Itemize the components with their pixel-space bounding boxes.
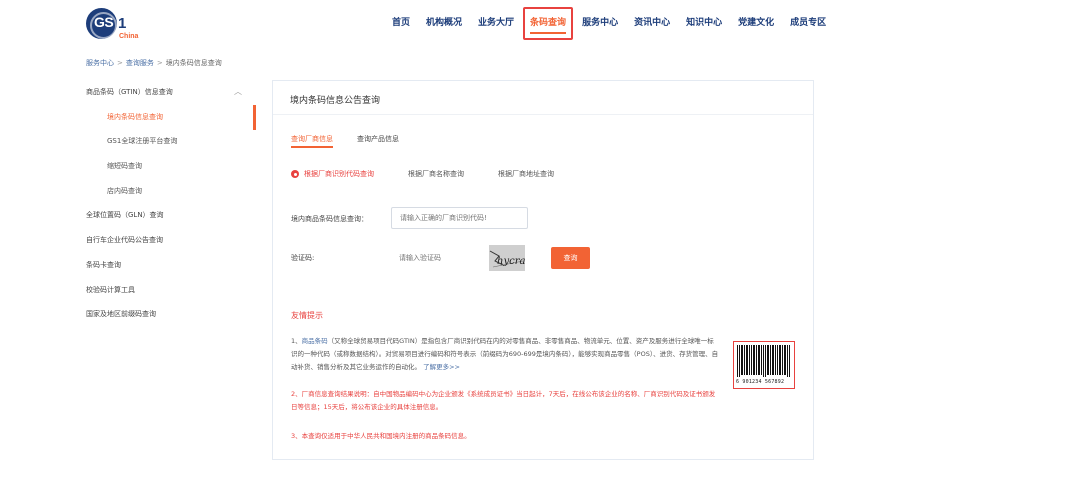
tab-product-info[interactable]: 查询产品信息 bbox=[357, 134, 399, 144]
tips-title: 友情提示 bbox=[291, 311, 323, 320]
radio-by-name[interactable]: 根据厂商名称查询 bbox=[408, 169, 464, 179]
tip-1-body: （又称全球贸易项目代码GTIN）是指包含厂商识别代码在内的对零售商品、非零售商品… bbox=[291, 337, 719, 371]
sidebar-item-label: 商品条码（GTIN）信息查询 bbox=[86, 88, 173, 96]
radio-by-code[interactable]: 根据厂商识别代码查询 bbox=[291, 169, 374, 179]
breadcrumb: 服务中心 > 查询服务 > 境内条码信息查询 bbox=[86, 58, 222, 68]
tip-1-barcode-link[interactable]: 商品条码 bbox=[302, 337, 328, 345]
sidebar-active-indicator bbox=[253, 104, 256, 130]
breadcrumb-service-center[interactable]: 服务中心 bbox=[86, 59, 114, 67]
logo-suffix: 1 bbox=[118, 15, 127, 32]
captcha-label: 验证码: bbox=[291, 254, 315, 262]
gs1-china-logo[interactable]: GS 1 China bbox=[86, 8, 146, 42]
nav-item-party-culture[interactable]: 党建文化 bbox=[738, 16, 774, 30]
tab-manufacturer-info[interactable]: 查询厂商信息 bbox=[291, 134, 333, 148]
radio-label: 根据厂商名称查询 bbox=[408, 170, 464, 178]
nav-item-barcode-query[interactable]: 条码查询 bbox=[523, 7, 574, 40]
chevron-up-icon[interactable]: ︿ bbox=[234, 80, 242, 105]
nav-item-knowledge-center[interactable]: 知识中心 bbox=[686, 16, 722, 30]
sidebar-item-bicycle-code[interactable]: 自行车企业代码公告查询 bbox=[86, 228, 256, 253]
captcha-image[interactable]: hycra bbox=[489, 245, 525, 271]
query-tabs: 查询厂商信息 查询产品信息 bbox=[291, 134, 423, 148]
barcode-sample: 6 901234 567892 bbox=[733, 341, 795, 389]
divider bbox=[273, 114, 813, 115]
nav-item-news-center[interactable]: 资讯中心 bbox=[634, 16, 670, 30]
barcode-highlight-box bbox=[733, 341, 795, 389]
tip-2: 2、厂商信息查询结果说明：自中国物品编码中心为企业颁发《系统成员证书》当日起计，… bbox=[291, 390, 716, 411]
nav-highlight-box bbox=[523, 7, 574, 40]
manufacturer-code-input[interactable] bbox=[391, 207, 528, 229]
captcha-text: hycra bbox=[497, 256, 525, 267]
main-nav: 首页 机构概况 业务大厅 条码查询 服务中心 资讯中心 知识中心 党建文化 成员… bbox=[392, 7, 842, 40]
tip-3: 3、本查询仅适用于中华人民共和国境内注册的商品条码信息。 bbox=[291, 432, 471, 440]
logo-mark: GS bbox=[94, 14, 114, 30]
nav-item-business-hall[interactable]: 业务大厅 bbox=[478, 16, 514, 30]
nav-item-service-center[interactable]: 服务中心 bbox=[582, 16, 618, 30]
sidebar-item-gs1-registry[interactable]: GS1全球注册平台查询 bbox=[86, 129, 256, 154]
tip-1-prefix: 1、 bbox=[291, 337, 302, 345]
sidebar-item-label: 境内条码信息查询 bbox=[107, 112, 163, 121]
page: GS 1 China 首页 机构概况 业务大厅 条码查询 服务中心 资讯中心 知… bbox=[0, 0, 1079, 484]
sidebar-item-prefix-query[interactable]: 国家及地区前缀码查询 bbox=[86, 302, 256, 327]
captcha-input[interactable] bbox=[391, 248, 471, 268]
sidebar-item-short-code[interactable]: 缩短码查询 bbox=[86, 154, 256, 179]
breadcrumb-current: 境内条码信息查询 bbox=[165, 59, 222, 67]
sidebar-item-gln-query[interactable]: 全球位置码（GLN）查询 bbox=[86, 203, 256, 228]
radio-checked-icon bbox=[291, 170, 299, 178]
breadcrumb-separator: > bbox=[117, 59, 123, 67]
logo-region: China bbox=[119, 33, 139, 40]
query-button[interactable]: 查询 bbox=[551, 247, 590, 269]
sidebar: 商品条码（GTIN）信息查询 ︿ 境内条码信息查询 GS1全球注册平台查询 缩短… bbox=[86, 80, 256, 327]
breadcrumb-query-service[interactable]: 查询服务 bbox=[126, 59, 154, 67]
sidebar-item-gtin-query[interactable]: 商品条码（GTIN）信息查询 ︿ bbox=[86, 80, 256, 105]
nav-item-member-zone[interactable]: 成员专区 bbox=[790, 16, 826, 30]
learn-more-link[interactable]: 了解更多>> bbox=[423, 363, 460, 371]
query-mode-radios: 根据厂商识别代码查询 根据厂商名称查询 根据厂商地址查询 bbox=[291, 169, 588, 179]
nav-item-about[interactable]: 机构概况 bbox=[426, 16, 462, 30]
panel-title: 境内条码信息公告查询 bbox=[290, 96, 381, 106]
breadcrumb-separator: > bbox=[156, 59, 163, 67]
query-panel: 境内条码信息公告查询 查询厂商信息 查询产品信息 根据厂商识别代码查询 根据厂商… bbox=[272, 80, 814, 460]
code-field-label: 境内商品条码信息查询： bbox=[291, 215, 368, 223]
radio-label: 根据厂商识别代码查询 bbox=[304, 170, 374, 178]
sidebar-item-domestic-barcode[interactable]: 境内条码信息查询 bbox=[86, 104, 256, 130]
sidebar-item-in-store-code[interactable]: 店内码查询 bbox=[86, 179, 256, 204]
sidebar-item-check-digit-tool[interactable]: 校验码计算工具 bbox=[86, 278, 256, 303]
tip-1: 1、商品条码（又称全球贸易项目代码GTIN）是指包含厂商识别代码在内的对零售商品… bbox=[291, 335, 719, 374]
radio-label: 根据厂商地址查询 bbox=[498, 170, 554, 178]
sidebar-item-barcode-card[interactable]: 条码卡查询 bbox=[86, 253, 256, 278]
radio-by-address[interactable]: 根据厂商地址查询 bbox=[498, 169, 554, 179]
nav-item-home[interactable]: 首页 bbox=[392, 16, 410, 30]
